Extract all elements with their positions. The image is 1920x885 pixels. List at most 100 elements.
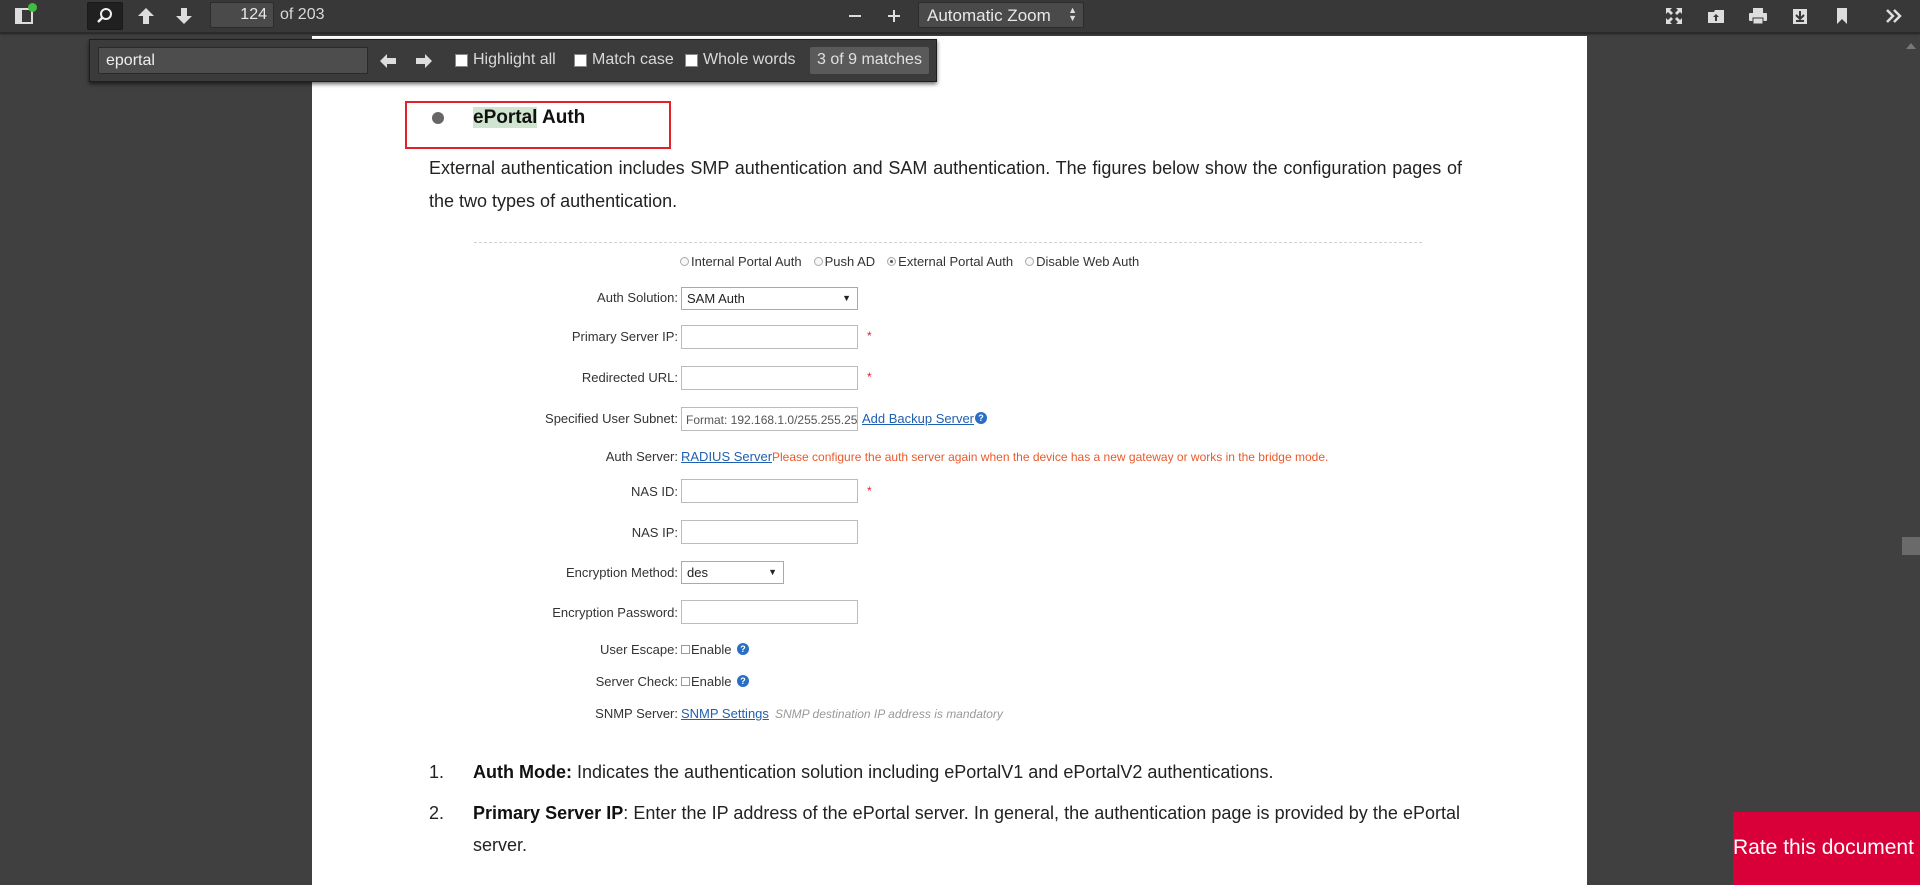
subnet-label: Specified User Subnet: bbox=[545, 411, 678, 426]
scrollbar-thumb[interactable] bbox=[1902, 537, 1920, 555]
select-arrows-icon: ▲ ▼ bbox=[1068, 5, 1077, 23]
heading-rest: Auth bbox=[537, 107, 586, 128]
user-escape-checkbox: Enable bbox=[681, 642, 731, 657]
minus-icon bbox=[849, 15, 861, 17]
pdf-toolbar: of 203 Automatic Zoom ▲▼ bbox=[0, 0, 1920, 33]
zoom-select-value: Automatic Zoom bbox=[927, 6, 1051, 25]
next-page-button[interactable] bbox=[168, 2, 200, 30]
open-file-button[interactable] bbox=[1700, 2, 1732, 30]
encryption-method-value: des bbox=[687, 565, 708, 580]
previous-page-button[interactable] bbox=[130, 2, 162, 30]
tools-button[interactable] bbox=[1878, 2, 1910, 30]
heading-bullet bbox=[432, 112, 444, 124]
page-count: of 203 bbox=[280, 6, 325, 23]
radio-dot bbox=[813, 257, 823, 266]
checkbox-box bbox=[681, 677, 690, 686]
primary-server-ip-field bbox=[681, 325, 858, 349]
radio-dot bbox=[1025, 257, 1035, 266]
encryption-password-label: Encryption Password: bbox=[552, 605, 678, 620]
snmp-server-label: SNMP Server: bbox=[595, 706, 678, 721]
list-item: Primary Server IP: Enter the IP address … bbox=[473, 803, 1460, 855]
radio-dot bbox=[680, 257, 689, 266]
presentation-mode-button[interactable] bbox=[1658, 2, 1690, 30]
figure-divider bbox=[474, 242, 1422, 243]
open-folder-icon bbox=[1708, 10, 1724, 23]
redirected-url-field bbox=[681, 366, 858, 390]
help-icon: ? bbox=[737, 643, 749, 655]
bookmark-icon bbox=[1837, 8, 1847, 24]
match-case-checkbox[interactable]: Match case bbox=[574, 51, 674, 69]
search-match-highlight: ePortal bbox=[473, 107, 538, 128]
radio-dot-selected bbox=[887, 257, 897, 266]
radio-external-portal-auth: External Portal Auth bbox=[887, 254, 1013, 269]
find-input[interactable] bbox=[98, 47, 368, 74]
find-bar: Highlight all Match case Whole words 3 o… bbox=[89, 39, 937, 82]
nas-id-label: NAS ID: bbox=[631, 484, 678, 499]
list-number: 1. bbox=[429, 762, 445, 782]
checkbox-box[interactable] bbox=[574, 53, 587, 67]
plus-icon bbox=[888, 10, 900, 22]
nas-id-field bbox=[681, 479, 858, 503]
help-icon: ? bbox=[975, 412, 987, 424]
checkbox-box bbox=[681, 645, 690, 654]
snmp-settings-link[interactable]: SNMP Settings bbox=[681, 706, 769, 721]
zoom-select[interactable]: Automatic Zoom ▲ ▼ bbox=[918, 2, 1084, 28]
print-icon bbox=[1749, 8, 1767, 25]
help-icon: ? bbox=[737, 675, 749, 687]
auth-solution-label: Auth Solution: bbox=[597, 290, 678, 305]
double-chevron-right-icon bbox=[1886, 9, 1902, 23]
server-check-label: Server Check: bbox=[595, 674, 678, 689]
search-icon bbox=[97, 8, 112, 23]
find-next-button[interactable] bbox=[408, 47, 440, 74]
auth-solution-select: SAM Auth ▼ bbox=[681, 287, 858, 310]
radio-disable-web-auth: Disable Web Auth bbox=[1025, 254, 1139, 269]
required-mark: * bbox=[867, 370, 872, 384]
fullscreen-icon bbox=[1666, 8, 1682, 24]
caret-down-icon: ▼ bbox=[768, 567, 777, 577]
checkbox-box[interactable] bbox=[685, 53, 698, 67]
zoom-in-button[interactable] bbox=[878, 2, 910, 30]
add-backup-server-link[interactable]: Add Backup Server bbox=[862, 411, 974, 426]
encryption-password-field bbox=[681, 600, 858, 624]
encryption-method-label: Encryption Method: bbox=[565, 565, 678, 580]
radius-server-link[interactable]: RADIUS Server bbox=[681, 449, 772, 464]
sidebar-toggle-button[interactable] bbox=[8, 2, 40, 30]
arrow-right-icon bbox=[416, 53, 432, 68]
whole-words-checkbox[interactable]: Whole words bbox=[685, 51, 795, 69]
user-escape-label: User Escape: bbox=[599, 642, 678, 657]
notification-dot bbox=[28, 3, 37, 12]
encryption-method-select: des ▼ bbox=[681, 561, 784, 584]
auth-server-note: Please configure the auth server again w… bbox=[772, 450, 1329, 464]
find-button[interactable] bbox=[87, 2, 123, 30]
print-button[interactable] bbox=[1742, 2, 1774, 30]
checkbox-box[interactable] bbox=[455, 53, 468, 67]
highlight-all-checkbox[interactable]: Highlight all bbox=[455, 51, 556, 69]
list-item: Auth Mode: Indicates the authentication … bbox=[473, 762, 1274, 782]
auth-server-label: Auth Server: bbox=[605, 449, 678, 464]
bookmark-button[interactable] bbox=[1826, 2, 1858, 30]
redirected-url-label: Redirected URL: bbox=[581, 370, 678, 385]
find-previous-button[interactable] bbox=[372, 47, 404, 74]
radio-push-ad: Push AD bbox=[813, 254, 875, 269]
rate-document-button[interactable]: Rate this document bbox=[1733, 812, 1920, 885]
nas-ip-label: NAS IP: bbox=[631, 525, 678, 540]
find-result-count: 3 of 9 matches bbox=[810, 47, 929, 74]
server-check-checkbox: Enable bbox=[681, 674, 731, 689]
nas-ip-field bbox=[681, 520, 858, 544]
caret-down-icon: ▼ bbox=[842, 293, 851, 303]
scroll-up-button[interactable] bbox=[1904, 39, 1918, 53]
arrow-left-icon bbox=[380, 53, 396, 68]
subnet-field: Format: 192.168.1.0/255.255.255.0 bbox=[681, 407, 858, 431]
download-button[interactable] bbox=[1784, 2, 1816, 30]
section-heading: ePortal Auth bbox=[473, 107, 585, 129]
primary-server-ip-label: Primary Server IP: bbox=[571, 329, 678, 344]
page-number-input[interactable] bbox=[210, 2, 274, 28]
caret-up-icon bbox=[1906, 43, 1916, 49]
arrow-down-icon bbox=[176, 8, 192, 24]
required-mark: * bbox=[867, 484, 872, 498]
list-number: 2. bbox=[429, 803, 445, 823]
zoom-out-button[interactable] bbox=[839, 2, 871, 30]
radio-internal-portal-auth: Internal Portal Auth bbox=[680, 254, 802, 269]
intro-paragraph: External authentication includes SMP aut… bbox=[429, 158, 1462, 211]
download-icon bbox=[1793, 9, 1807, 24]
